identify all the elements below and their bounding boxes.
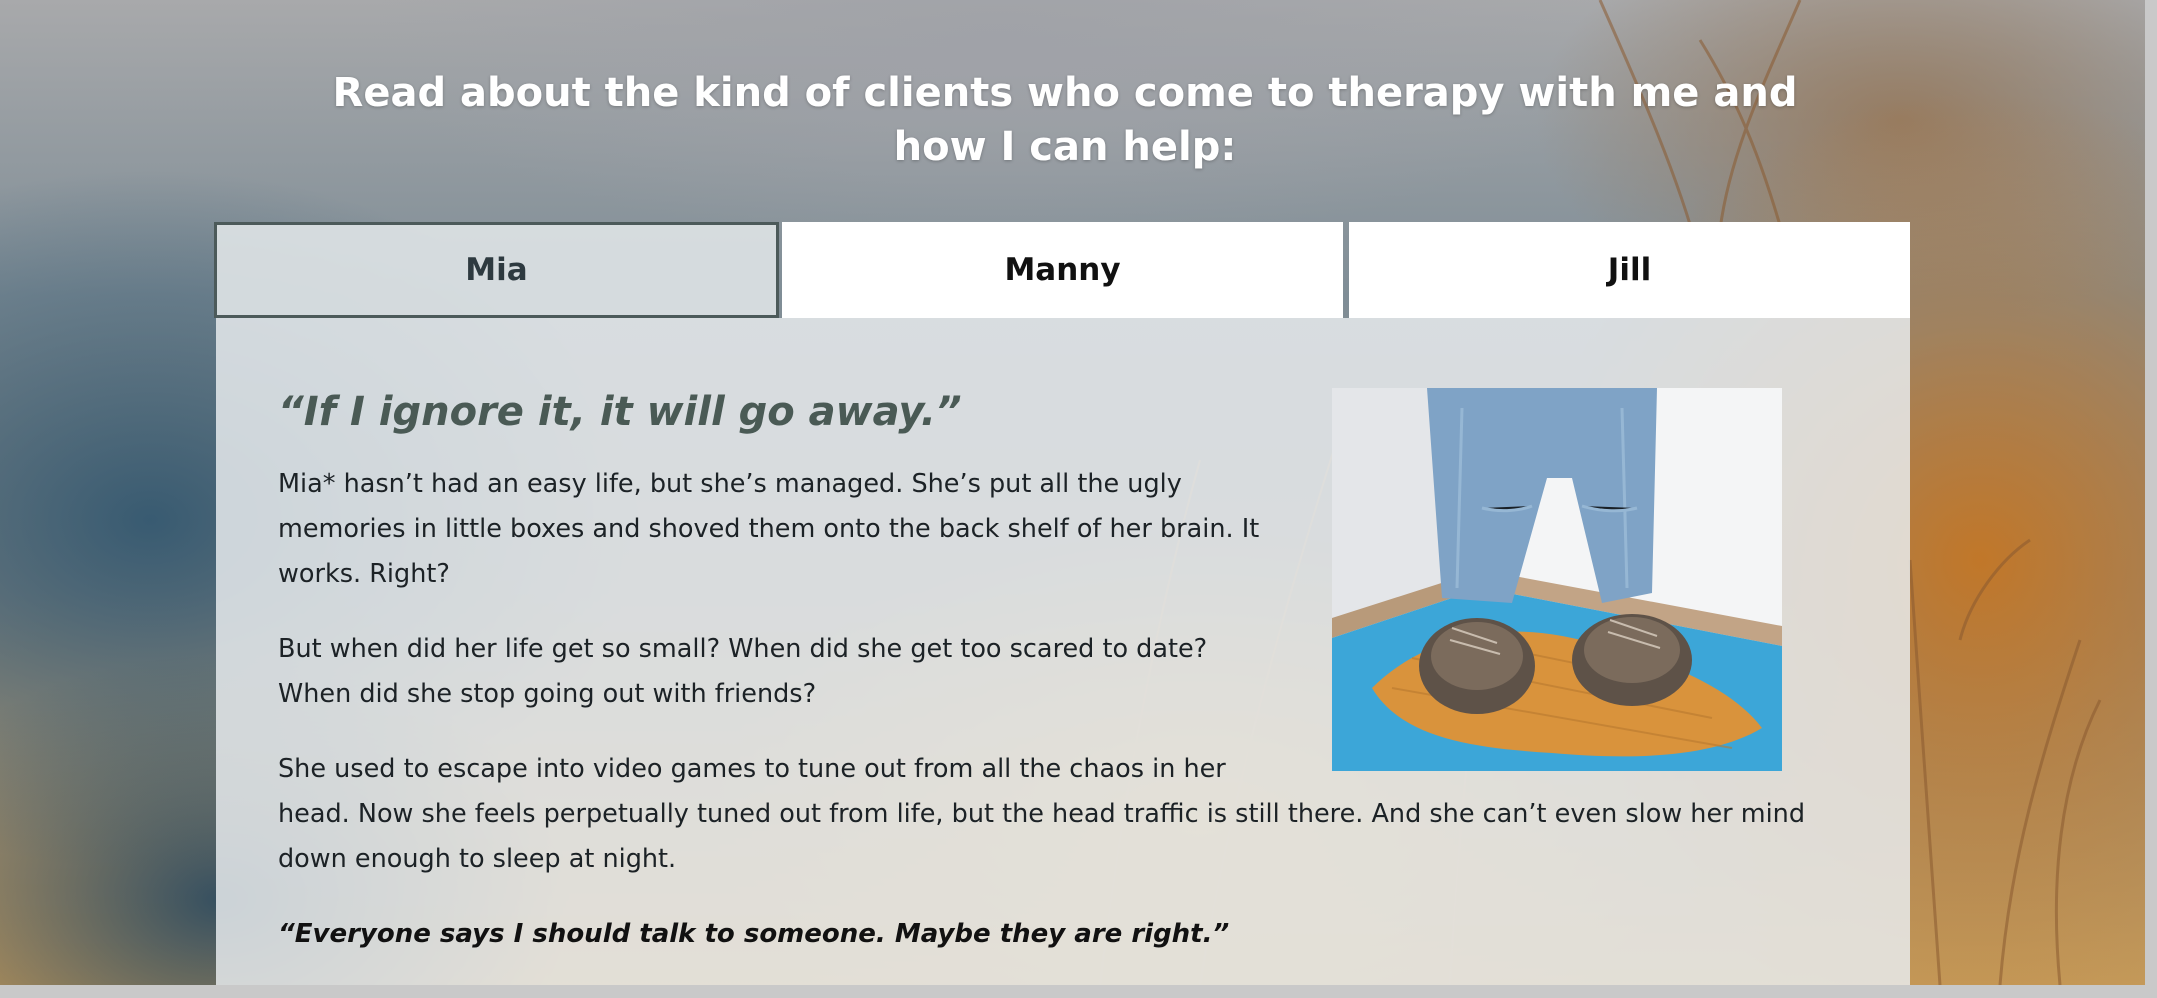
section-heading: Read about the kind of clients who come … <box>332 70 1798 170</box>
story-closing-quote: “Everyone says I should talk to someone.… <box>278 919 1230 949</box>
tab-jill[interactable]: Jill <box>1349 222 1910 318</box>
tab-panel-mia: “If I ignore it, it will go away.” Mia* … <box>216 318 1910 985</box>
page-background: Read about the kind of clients who come … <box>0 0 2145 985</box>
tab-manny[interactable]: Manny <box>782 222 1343 318</box>
story-content: “If I ignore it, it will go away.” Mia* … <box>278 388 1848 957</box>
person-standing-in-corner-photo <box>1332 388 1782 771</box>
tab-mia[interactable]: Mia <box>214 222 779 318</box>
client-tabs: Mia Manny Jill <box>214 222 1910 318</box>
